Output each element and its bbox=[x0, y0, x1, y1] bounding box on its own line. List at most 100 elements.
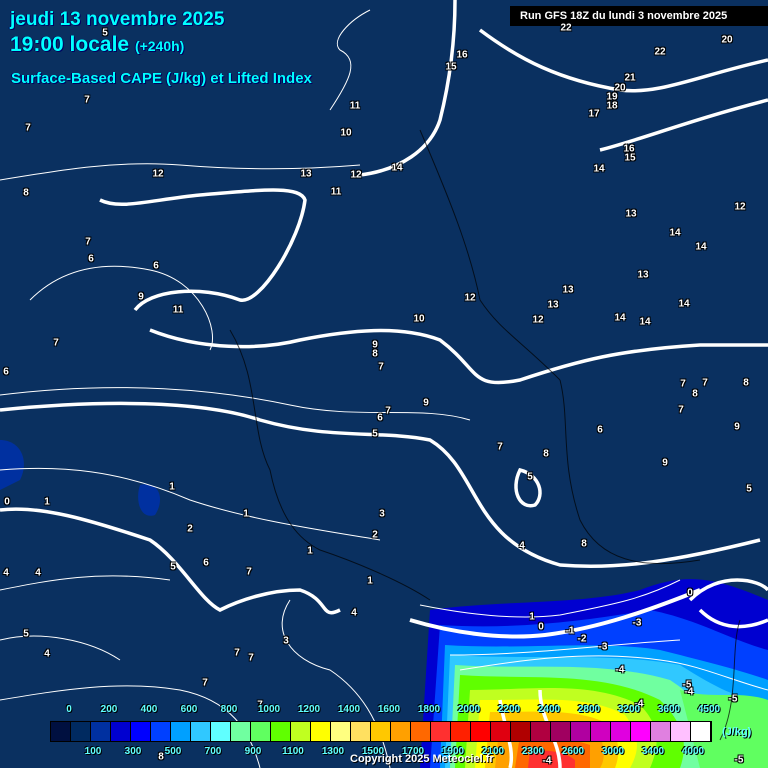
contour-label: 7 bbox=[378, 361, 384, 373]
legend-swatch bbox=[631, 722, 651, 741]
legend-swatch bbox=[651, 722, 671, 741]
contour-label: 6 bbox=[3, 366, 9, 378]
legend-swatch bbox=[211, 722, 231, 741]
contour-label: 8 bbox=[743, 377, 749, 389]
contour-label: -3 bbox=[598, 641, 608, 653]
contour-label: 5 bbox=[170, 561, 176, 573]
legend-swatch bbox=[311, 722, 331, 741]
contour-label: 13 bbox=[625, 208, 637, 220]
legend-label: 100 bbox=[84, 746, 102, 757]
contour-label: 1 bbox=[243, 508, 249, 520]
contour-label: 1 bbox=[169, 481, 175, 493]
legend-label: 1000 bbox=[257, 704, 281, 715]
contour-label: 7 bbox=[497, 441, 503, 453]
contour-label: 14 bbox=[639, 316, 651, 328]
contour-label: 4 bbox=[3, 567, 9, 579]
legend-swatch bbox=[691, 722, 711, 741]
legend-label: 4000 bbox=[681, 746, 705, 757]
legend-swatch bbox=[431, 722, 451, 741]
legend-swatch bbox=[171, 722, 191, 741]
contour-label: 0 bbox=[4, 496, 10, 508]
legend-swatch bbox=[151, 722, 171, 741]
contour-label: -2 bbox=[577, 633, 587, 645]
legend-swatch bbox=[91, 722, 111, 741]
contour-label: 9 bbox=[138, 291, 144, 303]
legend-label: 1200 bbox=[297, 704, 321, 715]
legend-swatch bbox=[671, 722, 691, 741]
legend-swatch bbox=[351, 722, 371, 741]
contour-label: 5 bbox=[527, 471, 533, 483]
contour-label: 7 bbox=[25, 122, 31, 134]
legend-swatch bbox=[511, 722, 531, 741]
contour-label: 13 bbox=[547, 299, 559, 311]
legend-label: 3000 bbox=[601, 746, 625, 757]
contour-label: 12 bbox=[152, 168, 164, 180]
lead-time: (+240h) bbox=[134, 38, 185, 54]
legend-swatch bbox=[231, 722, 251, 741]
contour-label: 7 bbox=[678, 404, 684, 416]
legend-swatch bbox=[551, 722, 571, 741]
contour-label: -1 bbox=[565, 625, 575, 637]
contour-label: -4 bbox=[615, 664, 625, 676]
contour-label: 22 bbox=[654, 46, 666, 58]
contour-label: 7 bbox=[385, 405, 391, 417]
legend-swatch bbox=[71, 722, 91, 741]
legend-label: 4500 bbox=[697, 704, 721, 715]
contour-label: 3 bbox=[283, 635, 289, 647]
legend-label: 300 bbox=[124, 746, 142, 757]
legend-label: 2200 bbox=[497, 704, 521, 715]
parameter-title: Surface-Based CAPE (J/kg) et Lifted Inde… bbox=[11, 70, 312, 87]
contour-label: 7 bbox=[234, 647, 240, 659]
legend-swatch bbox=[251, 722, 271, 741]
contour-label: 12 bbox=[464, 292, 476, 304]
legend-label: 0 bbox=[66, 704, 72, 715]
contour-label: 5 bbox=[23, 628, 29, 640]
contour-label: 6 bbox=[597, 424, 603, 436]
legend-swatch bbox=[371, 722, 391, 741]
contour-label: 4 bbox=[519, 540, 525, 552]
contour-label: 7 bbox=[53, 337, 59, 349]
contour-label: -4 bbox=[684, 686, 694, 698]
legend-label: 3200 bbox=[617, 704, 641, 715]
contour-label: 16 bbox=[456, 49, 468, 61]
copyright: Copyright 2025 Meteociel.fr bbox=[350, 753, 494, 765]
contour-label: 8 bbox=[581, 538, 587, 550]
legend-label: 200 bbox=[100, 704, 118, 715]
legend-swatch bbox=[571, 722, 591, 741]
legend-label: 1400 bbox=[337, 704, 361, 715]
legend-swatch bbox=[191, 722, 211, 741]
legend-label: 700 bbox=[204, 746, 222, 757]
contour-label: 7 bbox=[84, 94, 90, 106]
contour-label: 8 bbox=[158, 751, 164, 763]
contour-label: 14 bbox=[678, 298, 690, 310]
color-legend-bar bbox=[50, 721, 712, 742]
contour-label: 15 bbox=[445, 61, 457, 73]
contour-label: 7 bbox=[680, 378, 686, 390]
legend-swatch bbox=[331, 722, 351, 741]
contour-label: 7 bbox=[246, 566, 252, 578]
contour-label: 2 bbox=[372, 529, 378, 541]
contour-label: 2 bbox=[187, 523, 193, 535]
contour-label: 18 bbox=[606, 100, 618, 112]
contour-label: 0 bbox=[687, 587, 693, 599]
cape-shading bbox=[0, 440, 768, 768]
legend-label: 600 bbox=[180, 704, 198, 715]
legend-label: 900 bbox=[244, 746, 262, 757]
legend-swatch bbox=[591, 722, 611, 741]
contour-label: 14 bbox=[614, 312, 626, 324]
legend-swatch bbox=[451, 722, 471, 741]
legend-swatch bbox=[291, 722, 311, 741]
legend-label: 2600 bbox=[561, 746, 585, 757]
contour-label: 10 bbox=[413, 313, 425, 325]
legend-label: 400 bbox=[140, 704, 158, 715]
contour-label: 8 bbox=[692, 388, 698, 400]
legend-swatch bbox=[111, 722, 131, 741]
contour-label: 12 bbox=[734, 201, 746, 213]
contour-label: 15 bbox=[624, 152, 636, 164]
contour-label: 1 bbox=[529, 611, 535, 623]
forecast-time: 19:00 locale (+240h) bbox=[10, 33, 184, 57]
contour-label: 13 bbox=[637, 269, 649, 281]
contour-label: 1 bbox=[307, 545, 313, 557]
legend-swatch bbox=[611, 722, 631, 741]
legend-swatch bbox=[471, 722, 491, 741]
